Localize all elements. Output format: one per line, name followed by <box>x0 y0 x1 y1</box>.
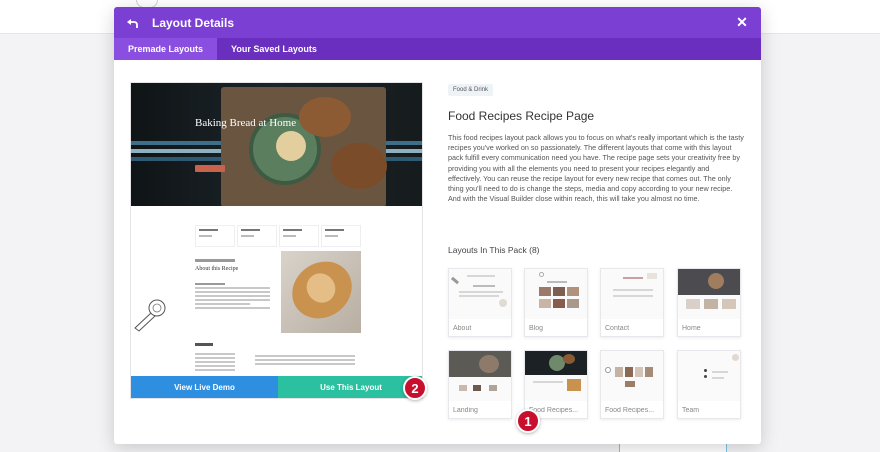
preview-ingredients-title <box>195 343 213 346</box>
thumb-label: Blog <box>529 325 544 332</box>
preview-ingredients-list <box>195 353 235 373</box>
thumb-preview <box>525 351 587 401</box>
thumb-label: Landing <box>453 407 478 414</box>
layout-thumb-team[interactable]: Team <box>677 350 741 419</box>
preview-hero-button <box>195 165 225 172</box>
thumb-preview <box>678 269 740 319</box>
layout-thumb-contact[interactable]: Contact <box>600 268 664 337</box>
thumb-preview <box>678 351 740 401</box>
layout-thumb-blog[interactable]: Blog <box>524 268 588 337</box>
modal-pointer <box>203 437 213 442</box>
thumb-preview <box>449 351 511 401</box>
preview-hero-title: Baking Bread at Home <box>195 117 297 129</box>
preview-intro-title: About this Recipe <box>195 266 239 272</box>
preview-bread-photo <box>281 251 361 333</box>
layout-details-modal: Layout Details ✕ Premade Layouts Your Sa… <box>114 7 761 444</box>
thumb-preview <box>449 269 511 319</box>
tab-bar: Premade Layouts Your Saved Layouts <box>114 38 761 60</box>
tab-premade-layouts[interactable]: Premade Layouts <box>114 38 218 60</box>
preview-tool-sketch <box>134 299 166 332</box>
marker-badge-2: 2 <box>403 376 427 400</box>
tab-saved-layouts[interactable]: Your Saved Layouts <box>217 38 331 60</box>
back-arrow-icon[interactable] <box>126 16 140 30</box>
modal-header: Layout Details ✕ <box>114 7 761 38</box>
thumb-preview <box>601 269 663 319</box>
preview-steps-text <box>255 355 355 367</box>
layout-thumb-landing[interactable]: Landing <box>448 350 512 419</box>
layout-thumb-about[interactable]: About <box>448 268 512 337</box>
layout-thumb-food-recipes-2[interactable]: Food Recipes... <box>600 350 664 419</box>
use-this-layout-button[interactable]: Use This Layout <box>278 376 422 398</box>
thumb-label: About <box>453 325 472 332</box>
marker-badge-1: 1 <box>516 409 540 433</box>
layout-thumb-home[interactable]: Home <box>677 268 741 337</box>
layout-pack-description: This food recipes layout pack allows you… <box>448 133 744 204</box>
preview-hero-image: Baking Bread at Home <box>131 83 422 206</box>
preview-text-block <box>195 283 270 311</box>
preview-action-bar: View Live Demo Use This Layout <box>131 376 422 398</box>
thumb-preview <box>601 351 663 401</box>
preview-intro-label <box>195 259 235 262</box>
preview-info-row <box>195 225 363 247</box>
category-tag[interactable]: Food & Drink <box>448 84 494 96</box>
thumb-label: Food Recipes... <box>605 407 655 414</box>
thumb-label: Home <box>682 325 701 332</box>
modal-title: Layout Details <box>152 15 235 30</box>
layout-preview[interactable]: Baking Bread at Home About this Recipe V… <box>130 82 423 399</box>
close-icon[interactable]: ✕ <box>735 14 749 31</box>
thumb-preview <box>525 269 587 319</box>
view-live-demo-button[interactable]: View Live Demo <box>131 376 278 398</box>
layout-thumb-food-recipes-1[interactable]: Food Recipes... <box>524 350 588 419</box>
layouts-heading: Layouts In This Pack (8) <box>448 245 540 255</box>
thumb-label: Team <box>682 407 700 414</box>
layout-pack-title: Food Recipes Recipe Page <box>448 109 595 123</box>
thumb-label: Contact <box>605 325 630 332</box>
